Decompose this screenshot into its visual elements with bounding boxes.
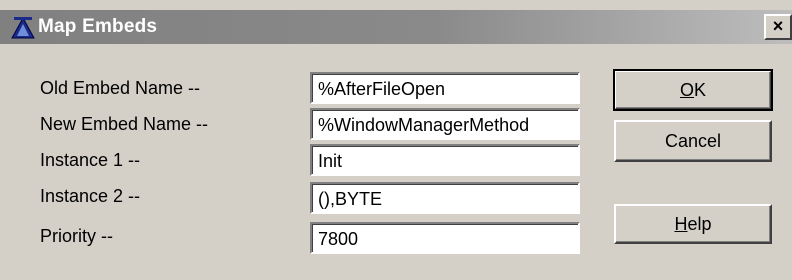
close-icon: × <box>772 16 784 36</box>
priority-input[interactable] <box>310 222 580 254</box>
instance-1-input[interactable] <box>310 144 580 176</box>
new-embed-name-input[interactable] <box>310 108 580 140</box>
instance-1-label: Instance 1 -- <box>40 150 141 170</box>
cancel-label: Cancel <box>664 131 722 151</box>
old-embed-name-label: Old Embed Name -- <box>40 78 201 98</box>
instance-2-label: Instance 2 -- <box>40 186 141 206</box>
new-embed-name-label: New Embed Name -- <box>40 114 209 134</box>
ok-label-rest: K <box>694 80 707 100</box>
title-bar[interactable]: Map Embeds × <box>0 10 792 44</box>
instance-2-input[interactable] <box>310 182 580 214</box>
help-label-rest: elp <box>687 214 712 234</box>
map-embeds-dialog: Map Embeds × Old Embed Name -- New Embed… <box>0 0 792 280</box>
close-button[interactable]: × <box>764 14 792 40</box>
priority-label: Priority -- <box>40 226 113 246</box>
help-accelerator: H <box>674 214 688 234</box>
help-button[interactable]: Help <box>614 204 772 244</box>
ok-accelerator: O <box>679 80 694 100</box>
old-embed-name-input[interactable] <box>310 72 580 104</box>
template-icon <box>10 16 36 40</box>
ok-button[interactable]: OK <box>613 69 773 111</box>
cancel-button[interactable]: Cancel <box>614 120 772 162</box>
dialog-title: Map Embeds <box>38 16 158 37</box>
